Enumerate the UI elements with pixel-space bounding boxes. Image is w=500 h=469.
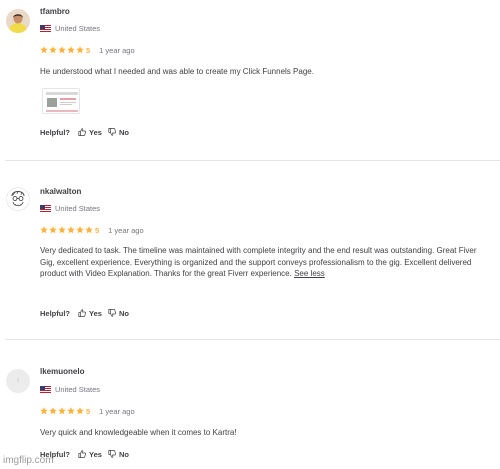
avatar-initial: l <box>17 378 19 384</box>
attachment-thumbnail[interactable] <box>42 88 80 114</box>
star-icon <box>85 226 93 234</box>
helpful-yes-button[interactable]: Yes <box>78 309 102 318</box>
star-icon <box>49 226 57 234</box>
username[interactable]: nkalwalton <box>40 187 81 196</box>
helpful-no-button[interactable]: No <box>108 450 129 459</box>
avatar[interactable] <box>6 187 30 211</box>
rating-value: 5 <box>86 45 91 55</box>
review-item: nkalwalton United States 5 1 year ago Ve… <box>0 161 500 339</box>
yes-label: Yes <box>89 308 102 318</box>
star-rating <box>40 226 94 234</box>
review-age: 1 year ago <box>99 406 135 416</box>
review-item: tfambro United States 5 1 year ago He un… <box>0 0 500 160</box>
thumbs-down-icon <box>108 128 116 136</box>
thumbs-up-icon <box>78 309 86 317</box>
username[interactable]: lkemuonelo <box>40 367 84 376</box>
star-icon <box>40 46 48 54</box>
review-age: 1 year ago <box>108 225 144 235</box>
star-icon <box>76 226 84 234</box>
helpful-yes-button[interactable]: Yes <box>78 450 102 459</box>
us-flag-icon <box>40 24 51 32</box>
helpful-row: Helpful? Yes No <box>40 449 135 459</box>
rating: 5 1 year ago <box>40 406 135 416</box>
reviewer-country: United States <box>40 203 100 213</box>
star-rating <box>40 407 85 415</box>
helpful-label: Helpful? <box>40 308 70 318</box>
review-age: 1 year ago <box>99 45 135 55</box>
review-item: l lkemuonelo United States 5 1 year ago … <box>0 340 500 469</box>
see-less-link[interactable]: See less <box>294 269 325 278</box>
thumbs-up-icon <box>78 450 86 458</box>
no-label: No <box>118 308 129 318</box>
star-icon <box>40 407 48 415</box>
watermark: imgflip.com <box>3 455 54 466</box>
reviewer-country: United States <box>40 384 100 394</box>
avatar-sketch <box>6 187 30 211</box>
thumbs-up-icon <box>78 128 86 136</box>
star-icon <box>58 46 66 54</box>
helpful-label: Helpful? <box>40 127 70 137</box>
star-icon <box>76 407 84 415</box>
country-name: United States <box>55 384 101 394</box>
star-icon <box>49 46 57 54</box>
attachment-preview <box>43 89 79 113</box>
helpful-no-button[interactable]: No <box>108 128 129 137</box>
star-rating <box>40 46 85 54</box>
yes-label: Yes <box>89 127 102 137</box>
us-flag-icon <box>40 204 51 212</box>
star-icon <box>49 407 57 415</box>
rating: 5 1 year ago <box>40 45 135 55</box>
no-label: No <box>118 127 129 137</box>
review-text: Very quick and knowledgeable when it com… <box>40 428 237 437</box>
avatar-photo <box>6 9 30 33</box>
star-icon <box>67 46 75 54</box>
star-icon <box>40 226 48 234</box>
avatar[interactable] <box>6 9 30 33</box>
no-label: No <box>118 449 129 459</box>
username[interactable]: tfambro <box>40 7 70 16</box>
helpful-yes-button[interactable]: Yes <box>78 128 102 137</box>
star-icon <box>76 46 84 54</box>
thumbs-down-icon <box>108 309 116 317</box>
country-name: United States <box>55 203 101 213</box>
star-icon <box>67 226 75 234</box>
reviewer-country: United States <box>40 23 100 33</box>
rating-value: 5 <box>86 406 91 416</box>
thumbs-down-icon <box>108 450 116 458</box>
star-icon <box>58 407 66 415</box>
review-text: Very dedicated to task. The timeline was… <box>40 245 480 280</box>
rating: 5 1 year ago <box>40 225 144 235</box>
us-flag-icon <box>40 385 51 393</box>
helpful-row: Helpful? Yes No <box>40 308 135 318</box>
rating-value: 5 <box>95 225 100 235</box>
review-text: He understood what I needed and was able… <box>40 67 314 76</box>
review-text-body: Very dedicated to task. The timeline was… <box>40 246 477 278</box>
star-icon <box>67 407 75 415</box>
country-name: United States <box>55 23 101 33</box>
avatar[interactable]: l <box>6 369 30 393</box>
star-icon <box>58 226 66 234</box>
helpful-row: Helpful? Yes No <box>40 127 135 137</box>
yes-label: Yes <box>89 449 102 459</box>
helpful-no-button[interactable]: No <box>108 309 129 318</box>
